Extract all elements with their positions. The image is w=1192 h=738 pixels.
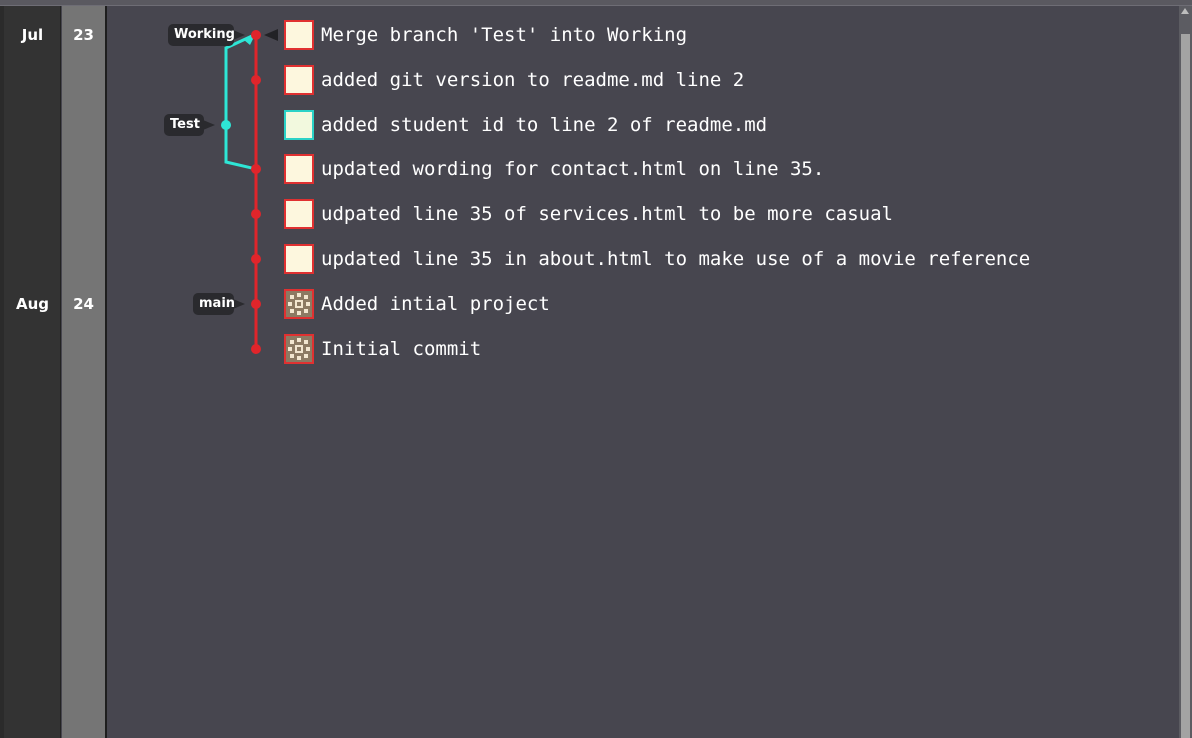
commit-dot	[251, 75, 261, 85]
commit-row[interactable]: added git version to readme.md line 2	[284, 63, 744, 97]
commit-message: added git version to readme.md line 2	[321, 69, 745, 91]
identicon-avatar	[284, 334, 314, 364]
author-avatar	[284, 20, 314, 50]
commit-row[interactable]: udpated line 35 of services.html to be m…	[284, 197, 893, 231]
identicon-avatar	[284, 289, 314, 319]
commit-dot	[251, 299, 261, 309]
tag-pointer-test-icon	[203, 120, 215, 130]
scroll-up-arrow-icon[interactable]	[1181, 8, 1189, 14]
commit-row[interactable]: Initial commit	[284, 332, 481, 366]
commit-message: updated wording for contact.html on line…	[321, 158, 825, 180]
test-branch-line	[224, 34, 257, 171]
commit-row[interactable]: added student id to line 2 of readme.md	[284, 108, 767, 142]
author-avatar	[284, 199, 314, 229]
commit-dot	[251, 30, 261, 40]
branch-tag-main[interactable]: main	[193, 293, 235, 315]
commit-message: added student id to line 2 of readme.md	[321, 114, 768, 136]
commit-message: Initial commit	[321, 338, 482, 360]
commit-dot	[251, 209, 261, 219]
commit-dot-test	[221, 120, 231, 130]
commit-message: Added intial project	[321, 293, 550, 315]
author-avatar	[284, 154, 314, 184]
branch-tag-working[interactable]: Working	[168, 24, 235, 46]
commit-row[interactable]: updated line 35 in about.html to make us…	[284, 242, 1030, 276]
author-avatar	[284, 65, 314, 95]
commit-message: Merge branch 'Test' into Working	[321, 24, 688, 46]
author-avatar	[284, 110, 314, 140]
commit-row[interactable]: Added intial project	[284, 287, 550, 321]
commit-dot	[251, 254, 261, 264]
commit-row[interactable]: Merge branch 'Test' into Working	[284, 18, 687, 52]
commit-dot	[251, 344, 261, 354]
author-avatar	[284, 244, 314, 274]
commit-dot	[251, 164, 261, 174]
commit-message: udpated line 35 of services.html to be m…	[321, 203, 893, 225]
commit-row[interactable]: updated wording for contact.html on line…	[284, 152, 824, 186]
scrollbar-thumb[interactable]	[1181, 34, 1190, 738]
branch-tag-test[interactable]: Test	[164, 114, 204, 136]
head-pointer-icon	[264, 29, 278, 41]
commit-message: updated line 35 in about.html to make us…	[321, 248, 1031, 270]
